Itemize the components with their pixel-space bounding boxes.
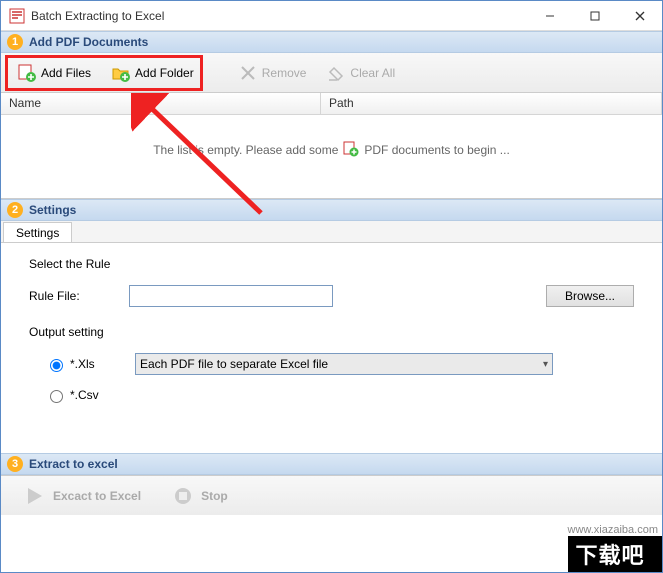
watermark: www.xiazaiba.com 下载吧 xyxy=(568,524,662,572)
add-folder-icon xyxy=(111,63,131,83)
add-files-button[interactable]: Add Files xyxy=(9,59,99,87)
section-title-3: Extract to excel xyxy=(29,457,118,471)
app-icon xyxy=(9,8,25,24)
remove-button[interactable]: Remove xyxy=(230,59,315,87)
empty-list-message: The list is empty. Please add some PDF d… xyxy=(1,115,662,185)
settings-tabstrip: Settings xyxy=(1,221,662,243)
stop-button[interactable]: Stop xyxy=(171,484,228,508)
tab-settings[interactable]: Settings xyxy=(3,222,72,242)
section-header-settings: 2 Settings xyxy=(1,199,662,221)
xls-radio-input[interactable] xyxy=(50,359,63,372)
column-path[interactable]: Path xyxy=(321,93,662,114)
watermark-text: 下载吧 xyxy=(568,536,662,572)
play-icon xyxy=(23,484,47,508)
output-setting-label: Output setting xyxy=(29,325,104,339)
clear-all-label: Clear All xyxy=(350,66,395,80)
output-mode-value: Each PDF file to separate Excel file xyxy=(140,357,328,371)
select-rule-label: Select the Rule xyxy=(29,257,110,271)
output-mode-select[interactable]: Each PDF file to separate Excel file ▾ xyxy=(135,353,553,375)
browse-button[interactable]: Browse... xyxy=(546,285,634,307)
window-title: Batch Extracting to Excel xyxy=(31,9,527,23)
rule-file-input[interactable] xyxy=(129,285,333,307)
clear-all-icon xyxy=(326,63,346,83)
file-list: Name Path The list is empty. Please add … xyxy=(1,93,662,199)
empty-text-after: PDF documents to begin ... xyxy=(364,143,509,157)
column-name[interactable]: Name xyxy=(1,93,321,114)
csv-radio[interactable]: *.Csv xyxy=(45,387,99,403)
file-list-header: Name Path xyxy=(1,93,662,115)
window-controls xyxy=(527,1,662,30)
xls-radio[interactable]: *.Xls xyxy=(45,356,125,372)
csv-radio-label: *.Csv xyxy=(70,388,99,402)
step-badge-2: 2 xyxy=(7,202,23,218)
section-header-add-documents: 1 Add PDF Documents xyxy=(1,31,662,53)
add-toolbar: Add Files Add Folder Remove Clear All xyxy=(1,53,662,93)
extract-label: Excact to Excel xyxy=(53,489,141,503)
app-window: Batch Extracting to Excel 1 Add PDF Docu… xyxy=(0,0,663,573)
settings-panel: Select the Rule Rule File: Browse... Out… xyxy=(1,243,662,453)
xls-radio-label: *.Xls xyxy=(70,357,95,371)
stop-icon xyxy=(171,484,195,508)
maximize-button[interactable] xyxy=(572,1,617,30)
section-header-extract: 3 Extract to excel xyxy=(1,453,662,475)
section-title-1: Add PDF Documents xyxy=(29,35,148,49)
add-files-label: Add Files xyxy=(41,66,91,80)
add-files-icon xyxy=(17,63,37,83)
minimize-button[interactable] xyxy=(527,1,572,30)
clear-all-button[interactable]: Clear All xyxy=(318,59,403,87)
add-folder-label: Add Folder xyxy=(135,66,194,80)
watermark-url: www.xiazaiba.com xyxy=(568,524,662,536)
csv-radio-input[interactable] xyxy=(50,390,63,403)
extract-to-excel-button[interactable]: Excact to Excel xyxy=(23,484,141,508)
chevron-down-icon: ▾ xyxy=(543,359,548,370)
remove-icon xyxy=(238,63,258,83)
titlebar: Batch Extracting to Excel xyxy=(1,1,662,31)
add-folder-button[interactable]: Add Folder xyxy=(103,59,202,87)
extract-toolbar: Excact to Excel Stop xyxy=(1,475,662,515)
close-button[interactable] xyxy=(617,1,662,30)
empty-text-before: The list is empty. Please add some xyxy=(153,143,338,157)
pdf-add-icon xyxy=(342,140,360,161)
step-badge-1: 1 xyxy=(7,34,23,50)
rule-file-label: Rule File: xyxy=(29,289,119,303)
section-title-2: Settings xyxy=(29,203,76,217)
step-badge-3: 3 xyxy=(7,456,23,472)
remove-label: Remove xyxy=(262,66,307,80)
stop-label: Stop xyxy=(201,489,228,503)
